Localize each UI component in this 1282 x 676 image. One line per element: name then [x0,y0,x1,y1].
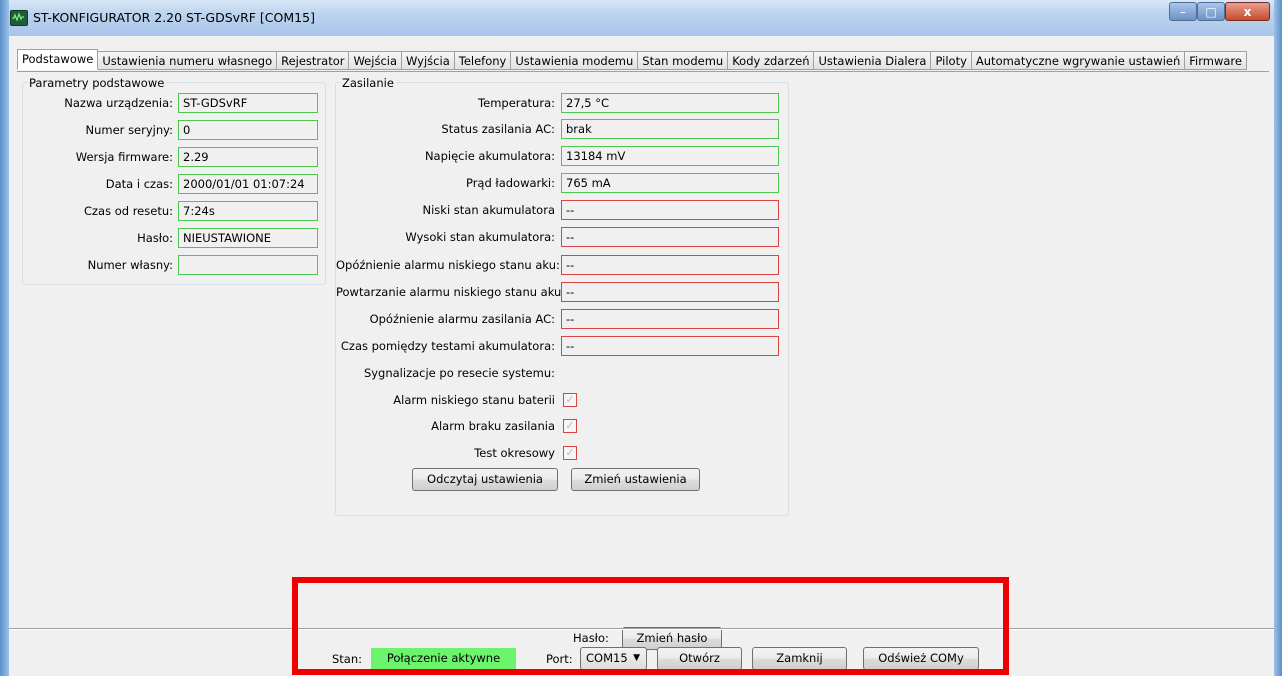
firmware-field[interactable]: 2.29 [178,147,318,167]
ac-alarm-delay-label: Opóźnienie alarmu zasilania AC: [369,312,555,326]
app-window: ST-KONFIGURATOR 2.20 ST-GDSvRF [COM15] –… [0,0,1282,676]
low-alarm-repeat-label: Powtarzanie alarmu niskiego stanu aku: [336,285,566,299]
ac-status-label: Status zasilania AC: [441,122,555,136]
port-select[interactable]: COM15 ▼ [580,647,647,670]
tab-firmware[interactable]: Firmware [1185,51,1247,70]
check-low-battery-label: Alarm niskiego stanu baterii [393,393,555,407]
check-no-power-label: Alarm braku zasilania [431,419,555,433]
high-battery-field[interactable]: -- [561,227,779,247]
battery-voltage-field[interactable]: 13184 mV [561,146,779,166]
signals-heading: Sygnalizacje po resecie systemu: [363,366,555,380]
temperature-field[interactable]: 27,5 °C [561,93,779,113]
connection-status-badge: Połączenie aktywne [371,648,516,669]
check-low-battery-checkbox[interactable]: ✓ [563,393,577,407]
uptime-field[interactable]: 7:24s [178,201,318,221]
password-label: Hasło: [137,231,173,245]
change-settings-button[interactable]: Zmień ustawienia [571,468,700,491]
check-periodic-test-label: Test okresowy [474,446,555,460]
device-name-label: Nazwa urządzenia: [64,96,173,110]
password-field[interactable]: NIEUSTAWIONE [178,228,318,248]
low-battery-field[interactable]: -- [561,200,779,220]
tab-podstawowe[interactable]: Podstawowe [17,49,99,70]
window-frame-right [1274,0,1282,676]
tab-automatyczne-wgrywanie[interactable]: Automatyczne wgrywanie ustawień [971,51,1186,70]
window-title: ST-KONFIGURATOR 2.20 ST-GDSvRF [COM15] [33,10,315,25]
maximize-button[interactable]: □ [1197,2,1225,21]
tab-ustawienia-dialera[interactable]: Ustawienia Dialera [814,51,932,70]
chevron-down-icon: ▼ [633,653,640,663]
tab-stan-modemu[interactable]: Stan modemu [638,51,729,70]
charger-current-label: Prąd ładowarki: [465,176,555,190]
battery-test-interval-field[interactable]: -- [561,336,779,356]
ac-alarm-delay-field[interactable]: -- [561,309,779,329]
read-settings-button[interactable]: Odczytaj ustawienia [412,468,558,491]
app-waveform-icon [10,10,28,26]
firmware-label: Wersja firmware: [75,150,173,164]
datetime-label: Data i czas: [105,177,173,191]
basic-params-title: Parametry podstawowe [27,76,167,90]
own-number-label: Numer własny: [87,258,173,272]
check-periodic-test-checkbox[interactable]: ✓ [563,446,577,460]
ac-status-field[interactable]: brak [561,119,779,139]
serial-field[interactable]: 0 [178,120,318,140]
minimize-button[interactable]: – [1169,2,1197,21]
low-alarm-repeat-field[interactable]: -- [561,282,779,302]
serial-label: Numer seryjny: [85,123,173,137]
open-port-button[interactable]: Otwórz [657,647,742,670]
tab-telefony[interactable]: Telefony [454,51,512,70]
tab-wejscia[interactable]: Wejścia [349,51,403,70]
high-battery-label: Wysoki stan akumulatora: [405,230,555,244]
window-frame-left [0,0,9,676]
charger-current-field[interactable]: 765 mA [561,173,779,193]
tab-panel-podstawowe: Parametry podstawowe Nazwa urządzenia: S… [17,71,1269,650]
low-alarm-delay-label: Opóźnienie alarmu niskiego stanu aku: [336,258,560,272]
close-window-button[interactable]: x [1225,2,1270,21]
datetime-field[interactable]: 2000/01/01 01:07:24 [178,174,318,194]
power-title: Zasilanie [340,76,396,90]
power-group: Zasilanie Temperatura: 27,5 °C Status za… [335,76,789,516]
check-no-power-checkbox[interactable]: ✓ [563,419,577,433]
low-battery-label: Niski stan akumulatora [422,203,556,217]
password-change-label: Hasło: [573,631,609,645]
battery-voltage-label: Napięcie akumulatora: [424,149,555,163]
uptime-label: Czas od resetu: [83,204,173,218]
client-area: Podstawowe Ustawienia numeru własnego Re… [9,36,1274,676]
basic-params-group: Parametry podstawowe Nazwa urządzenia: S… [22,76,326,285]
refresh-com-button[interactable]: Odśwież COMy [863,647,979,670]
device-name-field[interactable]: ST-GDSvRF [178,93,318,113]
tab-piloty[interactable]: Piloty [931,51,972,70]
battery-test-interval-label: Czas pomiędzy testami akumulatora: [340,339,555,353]
temperature-label: Temperatura: [478,96,555,110]
port-select-value: COM15 [586,651,628,665]
tab-wyjscia[interactable]: Wyjścia [402,51,455,70]
low-alarm-delay-field[interactable]: -- [561,255,779,275]
tab-kody-zdarzen[interactable]: Kody zdarzeń [728,51,815,70]
tab-ustawienia-numeru[interactable]: Ustawienia numeru własnego [98,51,278,70]
close-port-button[interactable]: Zamknij [752,647,847,670]
state-label: Stan: [332,652,363,666]
title-bar[interactable]: ST-KONFIGURATOR 2.20 ST-GDSvRF [COM15] –… [0,0,1282,37]
tab-rejestrator[interactable]: Rejestrator [277,51,350,70]
own-number-field[interactable] [178,255,318,275]
status-separator [9,628,1274,630]
tab-strip: Podstawowe Ustawienia numeru własnego Re… [17,49,1247,71]
tab-ustawienia-modemu[interactable]: Ustawienia modemu [511,51,639,70]
port-label: Port: [546,652,573,666]
